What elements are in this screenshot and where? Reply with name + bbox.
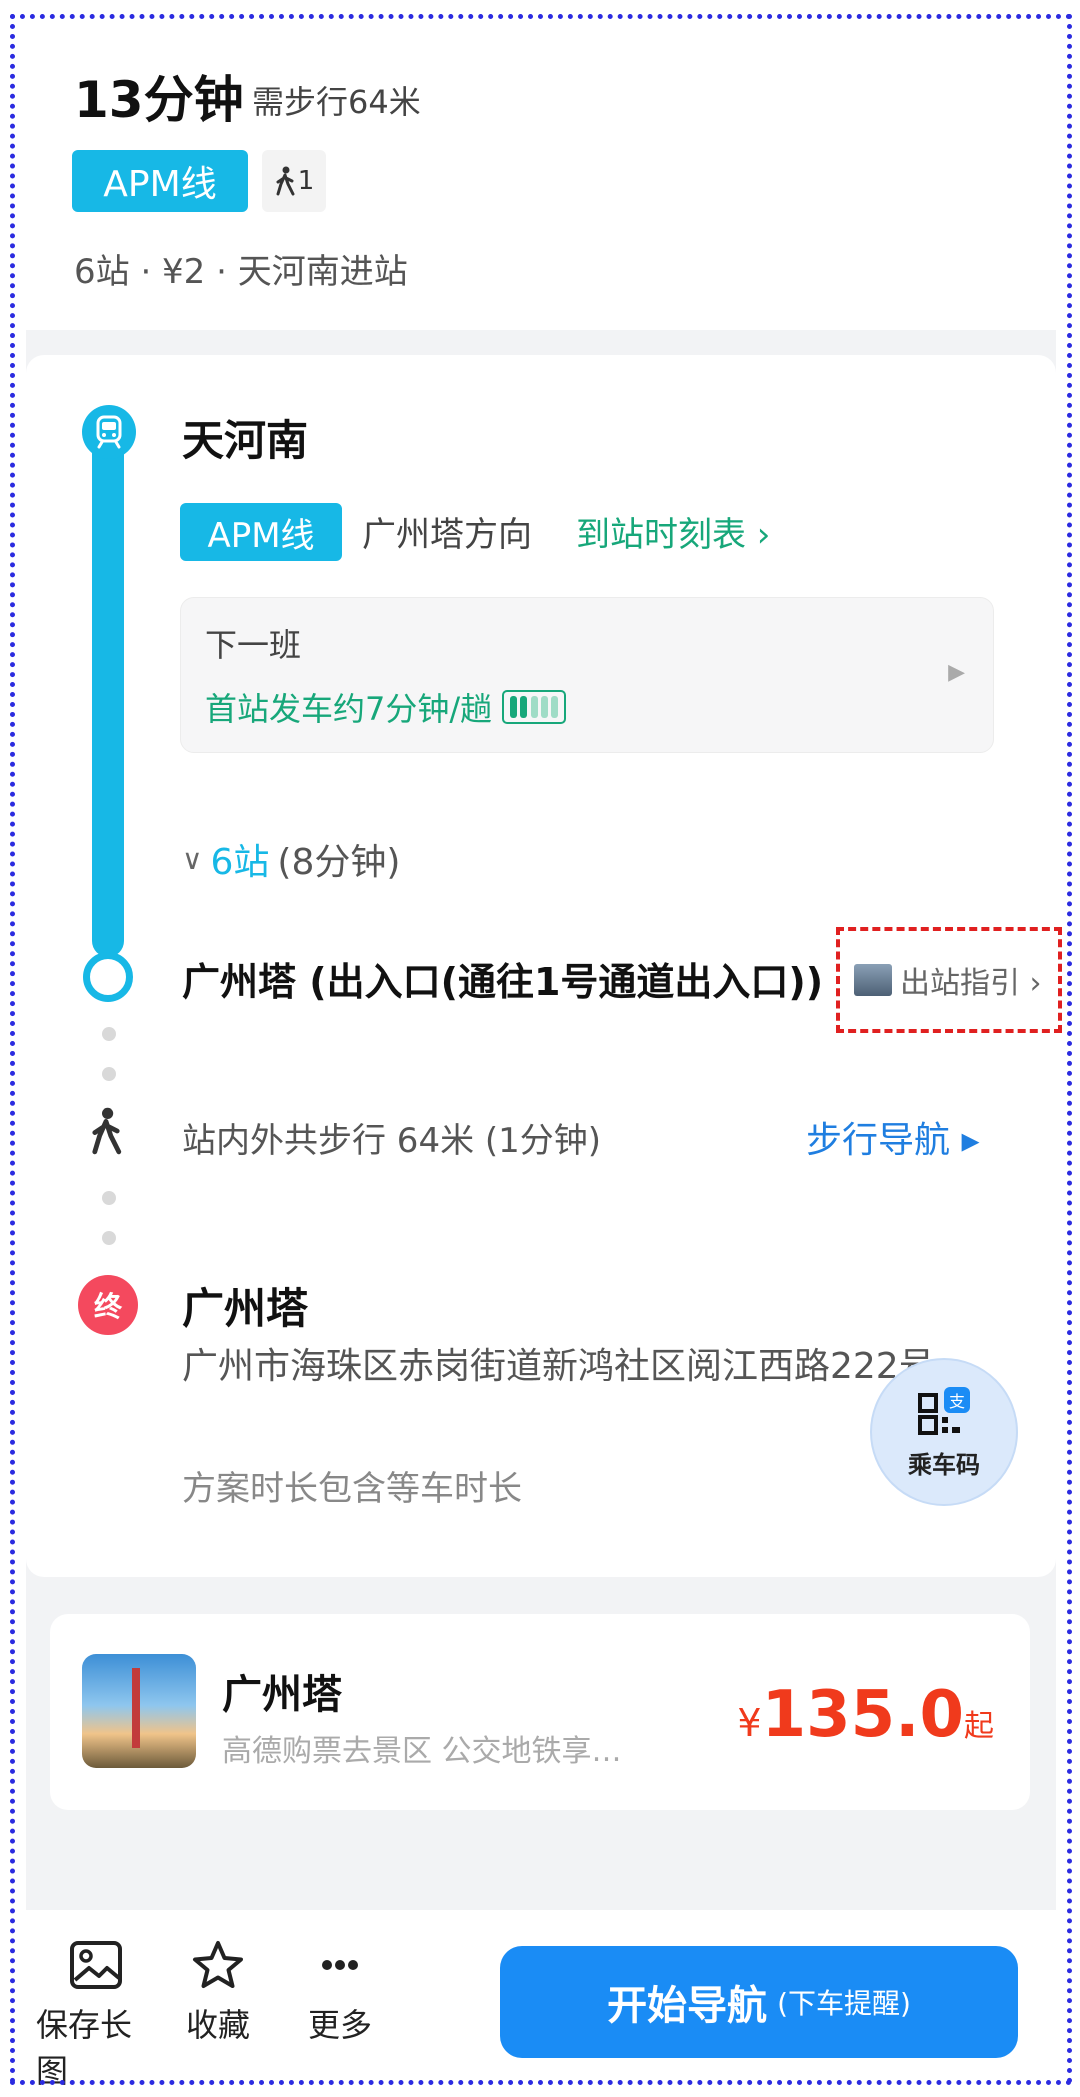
walk-distance-note: 需步行64米 [252, 83, 421, 121]
price-value: 135.0 [761, 1678, 964, 1752]
destination-address: 广州市海珠区赤岗街道新鸿社区阅江西路222号 [182, 1346, 935, 1387]
favorite-button[interactable]: 收藏 [158, 1940, 278, 2046]
direction-text: 广州塔方向 [362, 515, 532, 555]
route-summary: 13分钟 需步行64米 APM线 1 6站 · ¥2 · 天河南进站 [26, 22, 1056, 332]
stops-count: 6站 [210, 842, 270, 883]
more-label: 更多 [307, 2006, 372, 2044]
qr-code-icon: 支 [918, 1386, 970, 1435]
price-suffix: 起 [964, 1709, 994, 1744]
walk-navigation-link[interactable]: 步行导航 ▸ [806, 1111, 980, 1163]
arrival-station-marker [83, 952, 133, 1002]
stops-duration: (8分钟) [277, 842, 401, 883]
walk-segment-text: 站内外共步行 64米 (1分钟) [182, 1121, 602, 1161]
next-train-info: 首站发车约7分钟/趟 [205, 684, 567, 730]
walk-count: 1 [297, 166, 315, 196]
timetable-link[interactable]: 到站时刻表 › [576, 507, 770, 556]
favorite-label: 收藏 [185, 2006, 250, 2044]
attraction-image [82, 1654, 196, 1768]
start-station-name: 天河南 [182, 416, 309, 465]
more-button[interactable]: 更多 [280, 1940, 400, 2046]
svg-text:支: 支 [949, 1392, 965, 1411]
duration-note: 方案时长包含等车时长 [182, 1469, 522, 1509]
alight-reminder-label: (下车提醒) [777, 1987, 911, 2020]
attraction-description: 高德购票去景区 公交地铁享… [222, 1734, 622, 1769]
attraction-name: 广州塔 [222, 1672, 342, 1718]
exit-guide-label: 出站指引 › [900, 966, 1042, 1001]
price-currency: ¥ [737, 1701, 762, 1745]
save-image-label: 保存长图 [36, 2006, 133, 2090]
ride-code-button[interactable]: 支 乘车码 [870, 1358, 1018, 1506]
attraction-card[interactable]: 广州塔 高德购票去景区 公交地铁享… ¥ 135.0 起 [50, 1614, 1030, 1810]
attraction-price: ¥ 135.0 起 [737, 1678, 994, 1752]
exit-station-name: 广州塔 (出入口(通往1号通道出入口)) [182, 960, 824, 1004]
crowd-level-icon [502, 690, 567, 724]
metro-line-rail [92, 427, 124, 957]
more-dots-icon [322, 1960, 358, 1970]
route-dot [102, 1067, 116, 1081]
exit-photo-thumbnail [854, 964, 892, 996]
walk-segment-tag: 1 [262, 150, 326, 212]
line-tag: APM线 [72, 150, 248, 212]
route-meta: 6站 · ¥2 · 天河南进站 [74, 252, 408, 292]
bottom-toolbar: 保存长图 收藏 更多 开始导航 (下车提醒) [26, 1910, 1056, 2090]
start-navigation-button[interactable]: 开始导航 (下车提醒) [500, 1946, 1018, 2058]
route-dot [102, 1027, 116, 1041]
chevron-down-icon: ∨ [182, 842, 203, 876]
next-train-panel[interactable]: 下一班 首站发车约7分钟/趟 ▶ [180, 597, 994, 753]
stops-expander[interactable]: ∨ 6站 (8分钟) [182, 833, 400, 885]
exit-guide-button[interactable]: 出站指引 › [836, 927, 1062, 1033]
save-image-button[interactable]: 保存长图 [36, 1940, 156, 2092]
chevron-right-icon: ▶ [948, 660, 965, 685]
next-train-label: 下一班 [205, 626, 302, 664]
metro-icon [82, 405, 136, 459]
image-icon [70, 1941, 122, 1989]
start-navigation-label: 开始导航 [607, 1983, 768, 2029]
next-train-frequency: 首站发车约7分钟/趟 [205, 690, 493, 728]
walking-person-icon [88, 1107, 128, 1155]
ride-code-label: 乘车码 [908, 1450, 980, 1479]
line-badge: APM线 [180, 503, 342, 561]
walking-person-icon [276, 166, 295, 196]
destination-name: 广州塔 [182, 1284, 309, 1333]
route-duration: 13分钟 [74, 71, 244, 129]
star-icon [193, 1941, 243, 1988]
route-dot [102, 1231, 116, 1245]
destination-badge: 终 [78, 1275, 138, 1335]
route-dot [102, 1191, 116, 1205]
